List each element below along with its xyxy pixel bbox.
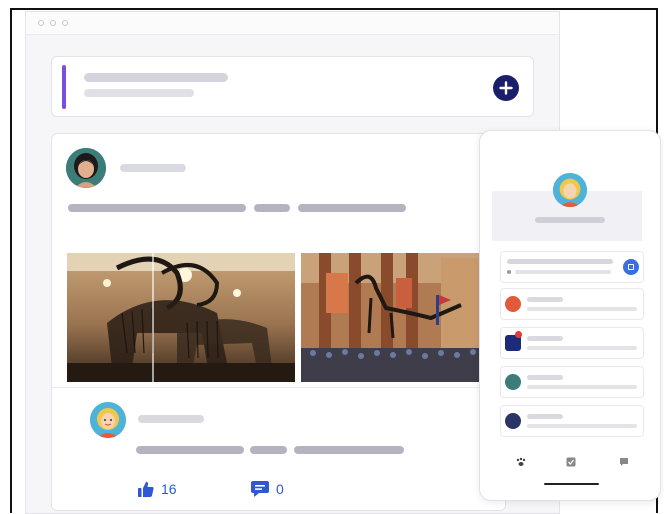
author-avatar-image — [66, 148, 106, 188]
post-text-placeholder-2 — [254, 204, 290, 212]
composer-subtitle-placeholder — [84, 89, 194, 97]
mobile-list-item[interactable] — [500, 405, 644, 437]
mobile-list-item[interactable] — [500, 327, 644, 359]
mobile-preview — [479, 130, 661, 501]
mobile-list-avatar — [505, 413, 521, 429]
commenter-avatar[interactable] — [90, 402, 126, 438]
plus-icon — [499, 81, 513, 95]
mobile-input-subline — [515, 270, 611, 274]
comment-panel: 16 0 — [52, 387, 505, 510]
notification-dot — [515, 331, 522, 338]
mobile-list-item[interactable] — [500, 288, 644, 320]
post-text-placeholder-3 — [298, 204, 406, 212]
window-maximize-dot[interactable] — [62, 20, 68, 26]
home-indicator — [544, 483, 599, 485]
window-minimize-dot[interactable] — [50, 20, 56, 26]
comment-icon — [251, 481, 269, 497]
mobile-list-item[interactable] — [500, 366, 644, 398]
mobile-input-line — [507, 259, 613, 264]
comment-text-placeholder-2 — [250, 446, 287, 454]
thumbs-up-icon — [138, 481, 154, 497]
paw-icon[interactable] — [516, 457, 526, 467]
check-icon[interactable] — [566, 457, 576, 467]
window-titlebar — [26, 12, 559, 35]
commenter-name-placeholder — [138, 415, 204, 423]
post-text-placeholder-1 — [68, 204, 246, 212]
chat-icon[interactable] — [619, 457, 629, 467]
comment-text-placeholder-3 — [294, 446, 404, 454]
comment-button[interactable]: 0 — [250, 480, 284, 498]
mobile-list-avatar — [505, 374, 521, 390]
add-post-button[interactable] — [493, 75, 519, 101]
post-composer[interactable] — [51, 56, 534, 117]
post-photo-mammoth-hall[interactable] — [67, 253, 295, 382]
mobile-input-card[interactable] — [500, 251, 644, 283]
like-button[interactable]: 16 — [137, 480, 177, 498]
author-name-placeholder — [120, 164, 186, 172]
composer-title-placeholder — [84, 73, 228, 82]
mobile-profile-avatar-image — [553, 173, 587, 207]
comment-text-placeholder-1 — [136, 446, 244, 454]
mobile-list-avatar — [505, 296, 521, 312]
mobile-profile-avatar[interactable] — [553, 173, 587, 207]
comment-count: 0 — [276, 481, 284, 497]
post-photo-dinosaur-hall[interactable] — [301, 253, 505, 382]
mobile-input-dot — [507, 270, 511, 274]
feed-post-card: 16 0 — [51, 133, 506, 511]
author-avatar[interactable] — [66, 148, 106, 188]
window-close-dot[interactable] — [38, 20, 44, 26]
composer-accent-bar — [62, 65, 66, 109]
like-count: 16 — [161, 481, 177, 497]
app-icon[interactable] — [623, 259, 639, 275]
commenter-avatar-image — [90, 402, 126, 438]
post-photo-dinosaur-hall-image — [301, 253, 505, 382]
post-photo-mammoth-hall-image — [67, 253, 295, 382]
mobile-profile-name-placeholder — [535, 217, 605, 223]
